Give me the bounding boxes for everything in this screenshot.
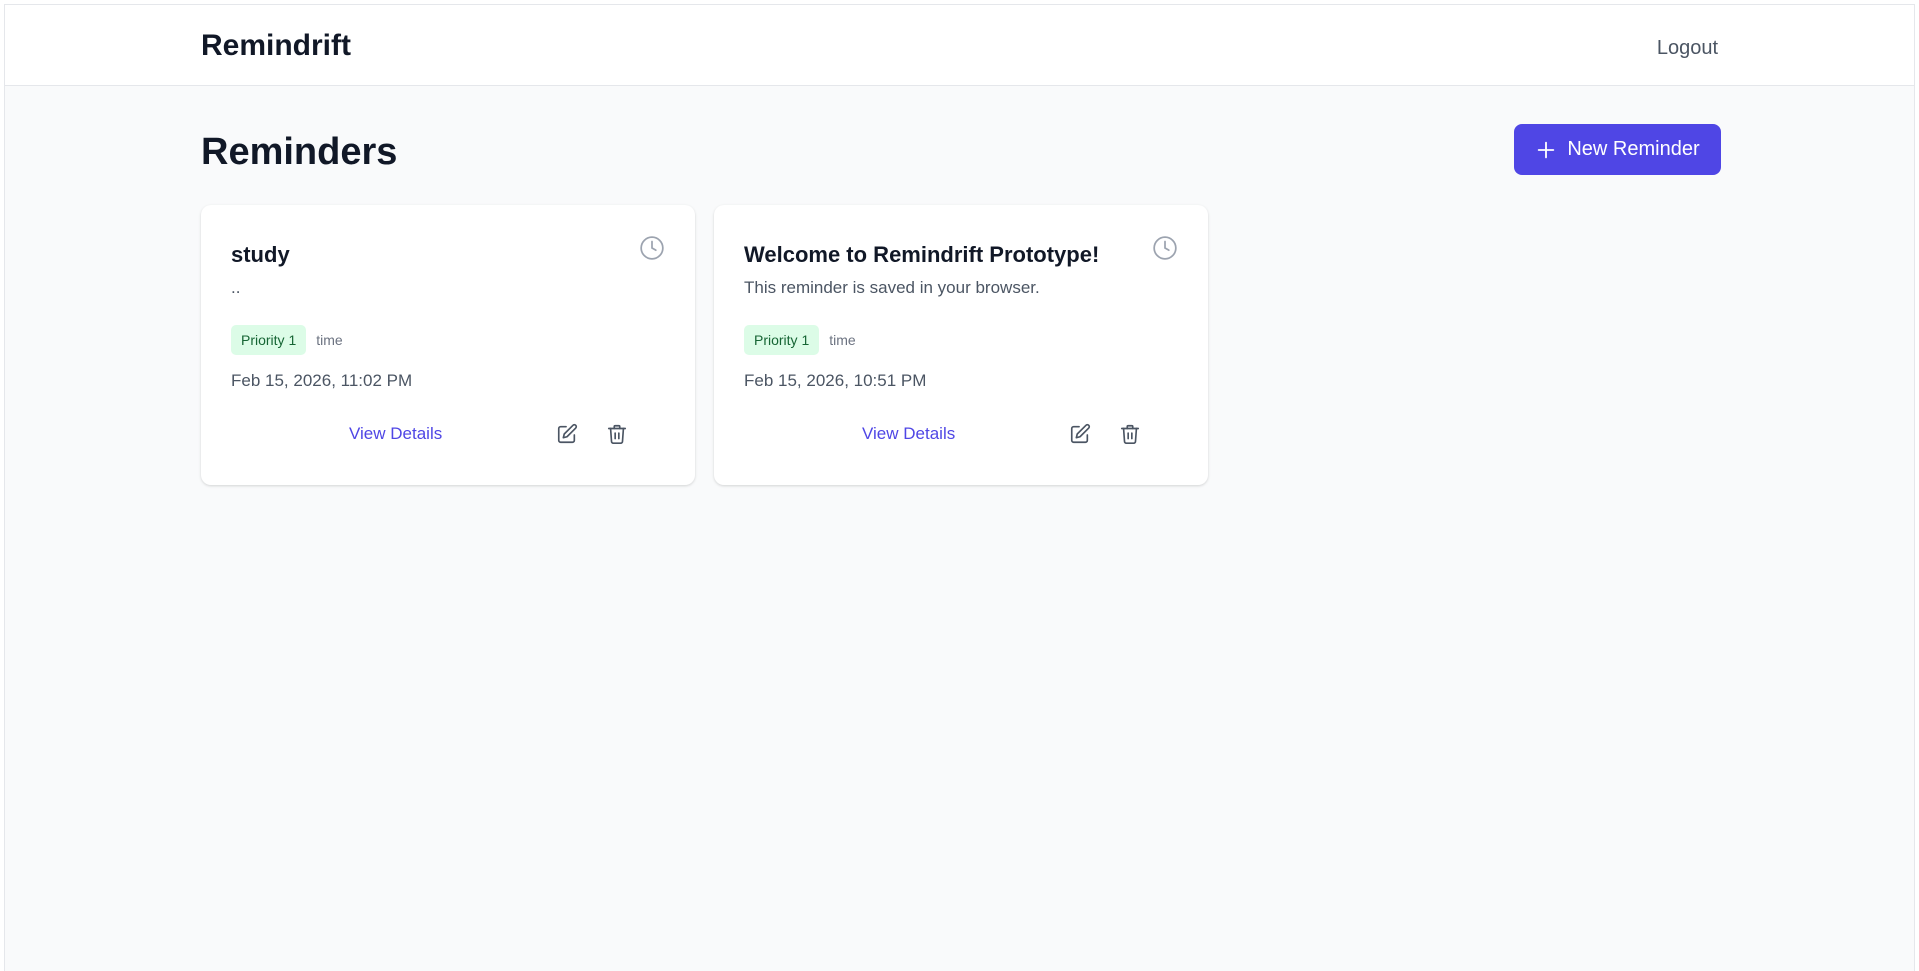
reminder-description: This reminder is saved in your browser.	[744, 278, 1040, 297]
reminder-title: Welcome to Remindrift Prototype!	[744, 242, 1100, 267]
reminder-card: study .. Priority 1 time Feb 15, 2026, 1…	[201, 205, 695, 485]
clock-icon	[640, 236, 664, 260]
reminder-title: study	[231, 242, 290, 267]
reminder-badges: Priority 1 time	[231, 325, 343, 355]
view-details-link[interactable]: View Details	[349, 423, 442, 445]
logout-button[interactable]: Logout	[1657, 36, 1718, 60]
edit-icon	[1070, 423, 1091, 444]
edit-button[interactable]	[554, 421, 580, 447]
edit-icon	[557, 423, 578, 444]
new-reminder-label: New Reminder	[1567, 138, 1700, 160]
priority-badge: Priority 1	[744, 325, 820, 355]
new-reminder-button[interactable]: New Reminder	[1514, 124, 1721, 175]
delete-button[interactable]	[604, 421, 630, 447]
delete-button[interactable]	[1117, 421, 1143, 447]
edit-button[interactable]	[1067, 421, 1093, 447]
reminder-badges: Priority 1 time	[744, 325, 856, 355]
brand-logo[interactable]: Remindrift	[201, 29, 351, 63]
reminder-tag: time	[829, 332, 856, 348]
trash-icon	[1120, 424, 1140, 444]
view-details-link[interactable]: View Details	[862, 423, 955, 445]
plus-icon	[1538, 141, 1555, 158]
reminder-tag: time	[316, 332, 343, 348]
trash-icon	[607, 424, 627, 444]
priority-badge: Priority 1	[231, 325, 307, 355]
page-title: Reminders	[201, 131, 398, 173]
reminder-card: Welcome to Remindrift Prototype! This re…	[714, 205, 1208, 485]
reminder-datetime: Feb 15, 2026, 10:51 PM	[744, 371, 927, 390]
reminder-description: ..	[231, 278, 241, 297]
reminder-datetime: Feb 15, 2026, 11:02 PM	[231, 371, 413, 390]
app-frame: Remindrift Logout Reminders New Reminder…	[4, 4, 1915, 971]
clock-icon	[1153, 236, 1177, 260]
navbar: Remindrift Logout	[5, 5, 1914, 86]
